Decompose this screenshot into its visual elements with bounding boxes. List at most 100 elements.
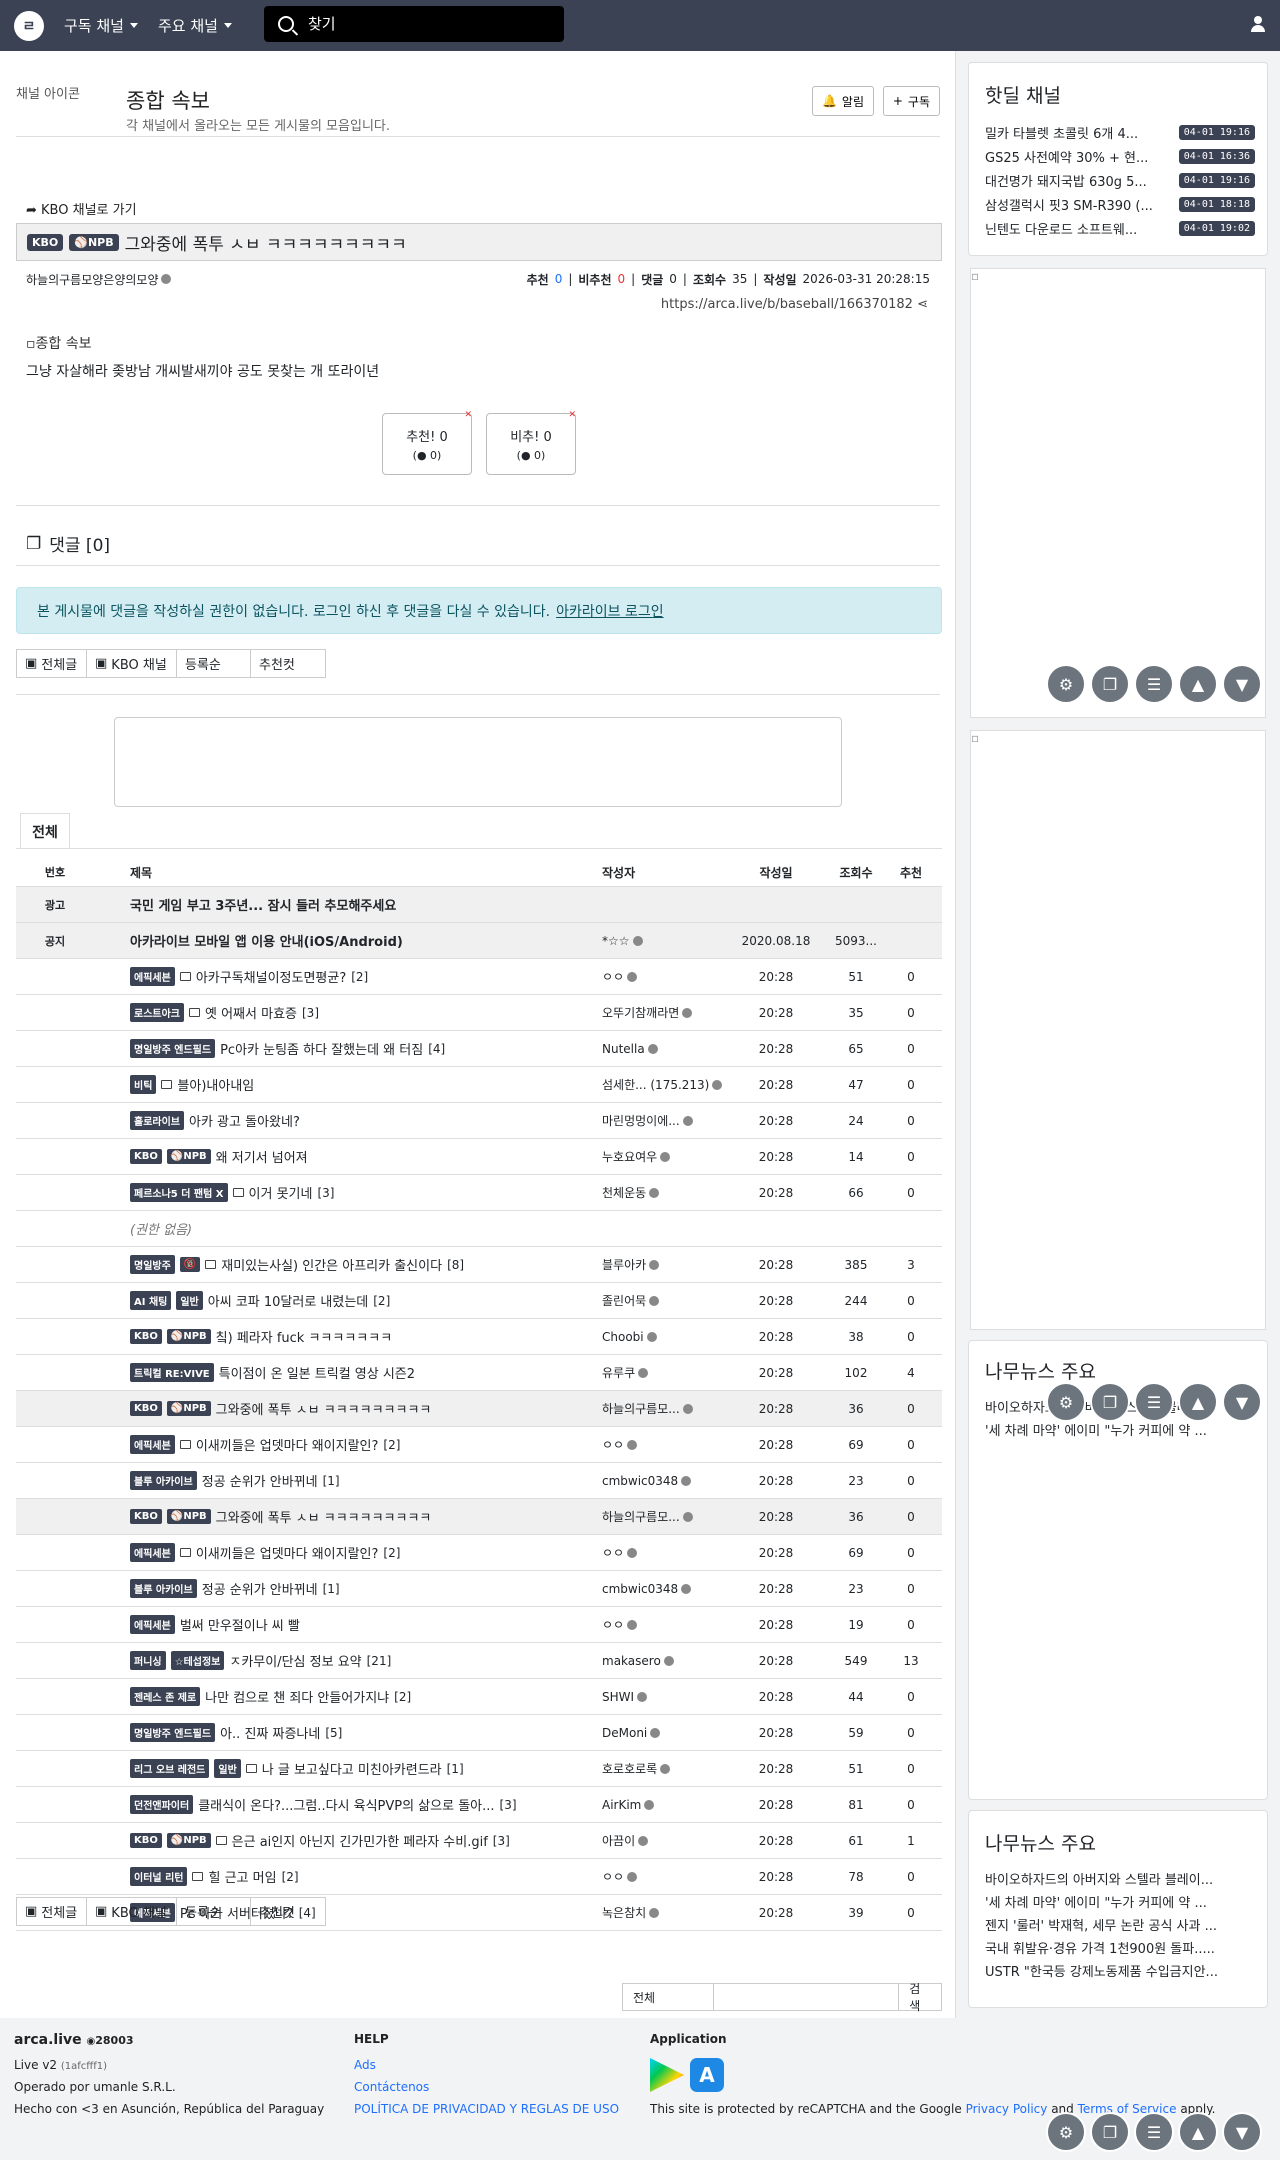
row-title[interactable]: 명일방주 🔞 재미있는사실) 인간은 아프리카 출신이다 [8] [130, 1247, 600, 1282]
news-item[interactable]: 국내 휘발유·경유 가격 1천900원 돌파..... [985, 1938, 1255, 1957]
row-title[interactable]: 블루 아카이브 정공 순위가 안바뀌네 [1] [130, 1463, 600, 1498]
row-author[interactable]: ㅇㅇ [602, 959, 732, 994]
arrow-up-icon[interactable]: ▲ [1178, 2112, 1218, 2152]
category-badge[interactable]: 퍼니싱 [130, 1651, 166, 1670]
article-author[interactable]: 하늘의구름모양은양의모양 [26, 271, 158, 288]
search-icon[interactable] [278, 16, 294, 32]
table-row[interactable]: 에픽세븐 벌써 만우절이나 씨 빨 ㅇㅇ 20:28 19 0 [16, 1607, 942, 1643]
row-title[interactable]: KBO ⚾NPB 왜 저기서 넘어져 [130, 1139, 600, 1174]
row-title[interactable]: KBO ⚾NPB 칰) 페라자 fuck ㅋㅋㅋㅋㅋㅋㅋ [130, 1319, 600, 1354]
footer-contact-link[interactable]: Contáctenos [354, 2080, 429, 2094]
row-title[interactable]: 에픽세븐 아카구독채널이정도면평균? [2] [130, 959, 600, 994]
category-badge[interactable]: 일반 [214, 1759, 241, 1778]
row-title[interactable]: 에픽세븐 이새끼들은 업뎃마다 왜이지랄인? [2] [130, 1535, 600, 1570]
table-row[interactable]: 에픽세븐 이새끼들은 업뎃마다 왜이지랄인? [2] ㅇㅇ 20:28 69 0 [16, 1535, 942, 1571]
row-author[interactable]: cmbwic0348 [602, 1463, 732, 1498]
row-author[interactable]: 녹은참치 [602, 1895, 732, 1930]
row-title[interactable]: 이터널 리턴 힐 근고 머임 [2] [130, 1859, 600, 1894]
footer-ads-link[interactable]: Ads [354, 2058, 376, 2072]
category-badge[interactable]: AI 채팅 [130, 1291, 172, 1310]
category-badge[interactable]: 블루 아카이브 [130, 1579, 197, 1598]
table-row[interactable]: 명일방주 엔드필드 아.. 진짜 짜증나네 [5] DeMoni 20:28 59 0 [16, 1715, 942, 1751]
table-row[interactable]: 명일방주 엔드필드 Pc아카 눈팅좀 하다 잘했는데 왜 터짐 [4] Nutella… [16, 1031, 942, 1067]
article-url[interactable]: https://arca.live/b/baseball/166370182 ⋖ [661, 297, 928, 312]
row-title[interactable]: KBO ⚾NPB 은근 ai인지 아닌지 긴가민가한 페라자 수비.gif [3] [130, 1823, 600, 1858]
category-badge[interactable]: KBO [130, 1833, 162, 1848]
row-author[interactable]: 졸린어묵 [602, 1283, 732, 1318]
row-title[interactable]: 젠레스 존 제로 나만 컴으로 챈 죄다 안들어가지냐 [2] [130, 1679, 600, 1714]
category-badge[interactable]: 명일방주 [130, 1255, 175, 1274]
row-author[interactable]: 블루아카 [602, 1247, 732, 1282]
row-author[interactable]: 누호요여우 [602, 1139, 732, 1174]
back-to-channel-link[interactable]: ➦ KBO 채널로 가기 [26, 199, 137, 218]
vote-down-button[interactable]: ✕ 비추! 0 (● 0) [486, 410, 576, 475]
news-item[interactable]: 바이오하자드의 아버지와 스텔라 블레이... [985, 1869, 1255, 1888]
hotdeal-title[interactable]: 핫딜 채널 [985, 81, 1061, 108]
subscribed-channels-dropdown[interactable]: 구독 채널 [64, 15, 138, 36]
hotdeal-item[interactable]: 삼성갤럭시 핏3 SM-R390 (... 04-01 18:18 [985, 195, 1255, 214]
arca-logo-icon[interactable]: ㄹ [14, 10, 44, 41]
share-icon[interactable]: ⋖ [917, 297, 928, 312]
list-icon[interactable]: ☰ [1134, 664, 1174, 704]
row-author[interactable]: 유루쿠 [602, 1355, 732, 1390]
tab-recommend-cut[interactable]: 추천컷 [251, 1898, 325, 1925]
table-row[interactable]: 블루 아카이브 정공 순위가 안바뀌네 [1] cmbwic0348 20:28 23 0 [16, 1571, 942, 1607]
google-play-icon[interactable] [650, 2058, 684, 2092]
category-badge[interactable]: 일반 [176, 1291, 203, 1310]
row-title[interactable]: KBO ⚾NPB 그와중에 폭투 ㅅㅂ ㅋㅋㅋㅋㅋㅋㅋㅋㅋ [130, 1391, 600, 1426]
row-author[interactable]: 호로호로록 [602, 1751, 732, 1786]
search-scope-select[interactable]: 전체 [623, 1984, 714, 2010]
category-badge[interactable]: ☆테섭정보 [170, 1651, 225, 1670]
table-row[interactable]: KBO ⚾NPB 왜 저기서 넘어져 누호요여우 20:28 14 0 [16, 1139, 942, 1175]
hotdeal-item[interactable]: 밀카 타블렛 초콜릿 6개 4... 04-01 19:16 [985, 123, 1255, 142]
table-row[interactable]: 던전앤파이터 클래식이 온다?...그럼..다시 육식PVP의 삶으로 돌아...… [16, 1787, 942, 1823]
row-title[interactable]: 에픽세븐 벌써 만우절이나 씨 빨 [130, 1607, 600, 1642]
news-item[interactable]: USTR "한국등 강제노동제품 수입금지안... [985, 1961, 1255, 1980]
tab-all-posts[interactable]: ▣ 전체글 [17, 1898, 87, 1925]
row-author[interactable]: 아끔이 [602, 1823, 732, 1858]
table-row[interactable]: KBO ⚾NPB 칰) 페라자 fuck ㅋㅋㅋㅋㅋㅋㅋ Choobi 20:28 38 0 [16, 1319, 942, 1355]
copy-icon[interactable]: ❐ [1090, 1382, 1130, 1422]
row-title[interactable]: 홀로라이브 아카 광고 돌아왔네? [130, 1103, 600, 1138]
user-icon[interactable] [1250, 16, 1266, 32]
row-author[interactable]: ㅇㅇ [602, 1859, 732, 1894]
category-badge[interactable]: 🔞 [179, 1257, 201, 1272]
tab-sort-registered[interactable]: 등록순 [177, 650, 251, 677]
row-title[interactable]: 페르소나5 더 팬텀 X 이거 못기네 [3] [130, 1175, 600, 1210]
table-row[interactable]: 페르소나5 더 팬텀 X 이거 못기네 [3] 천체운동 20:28 66 0 [16, 1175, 942, 1211]
category-badge[interactable]: 명일방주 엔드필드 [130, 1039, 216, 1058]
category-badge[interactable]: ⚾NPB [69, 233, 119, 251]
tab-recommend-cut[interactable]: 추천컷 [251, 650, 325, 677]
category-badge[interactable]: 젠레스 존 제로 [130, 1687, 201, 1706]
category-badge[interactable]: 던전앤파이터 [130, 1795, 194, 1814]
search-input[interactable] [308, 15, 548, 33]
row-title[interactable]: 리그 오브 레전드 일반 나 글 보고싶다고 미친아카련드라 [1] [130, 1751, 600, 1786]
arrow-down-icon[interactable]: ▼ [1222, 1382, 1262, 1422]
row-author[interactable]: *☆☆ [602, 923, 732, 958]
category-badge[interactable]: ⚾NPB [166, 1329, 211, 1344]
category-badge[interactable]: KBO [130, 1149, 162, 1164]
row-author[interactable]: Choobi [602, 1319, 732, 1354]
table-row[interactable]: 에픽세븐 아카구독채널이정도면평균? [2] ㅇㅇ 20:28 51 0 [16, 959, 942, 995]
table-row[interactable]: 트릭컬 RE:VIVE 특이점이 온 일본 트릭컬 영상 시즌2 유루쿠 20:28 1… [16, 1355, 942, 1391]
table-row[interactable]: 공지 아카라이브 모바일 앱 이용 안내(iOS/Android) *☆☆ 2020.… [16, 923, 942, 959]
tab-kbo-channel[interactable]: ▣ KBO 채널 [87, 650, 177, 677]
hotdeal-item[interactable]: 대건명가 돼지국밥 630g 5... 04-01 19:16 [985, 171, 1255, 190]
copy-icon[interactable]: ❐ [1090, 2112, 1130, 2152]
row-author[interactable]: 하늘의구름모... [602, 1391, 732, 1426]
row-title[interactable]: (권한 없음) [130, 1211, 600, 1246]
search-form-button[interactable]: 검색 [899, 1982, 941, 2013]
category-badge[interactable]: ⚾NPB [166, 1401, 211, 1416]
search-form-input[interactable] [714, 1984, 900, 2010]
row-title[interactable]: 명일방주 엔드필드 Pc아카 눈팅좀 하다 잘했는데 왜 터짐 [4] [130, 1031, 600, 1066]
category-badge[interactable]: KBO [130, 1329, 162, 1344]
row-author[interactable]: ㅇㅇ [602, 1607, 732, 1642]
privacy-link[interactable]: Privacy Policy [966, 2102, 1048, 2116]
category-badge[interactable]: 페르소나5 더 팬텀 X [130, 1183, 228, 1202]
news-title[interactable]: 나무뉴스 주요 [985, 1829, 1096, 1856]
category-badge[interactable]: 명일방주 엔드필드 [130, 1723, 216, 1742]
row-title[interactable]: AI 채팅 일반 아씨 코파 10달러로 내렸는데 [2] [130, 1283, 600, 1318]
table-row[interactable]: 로스트아크 옛 어째서 마효증 [3] 오뚜기참깨라면 20:28 35 0 [16, 995, 942, 1031]
row-author[interactable]: ㅇㅇ [602, 1427, 732, 1462]
gear-icon[interactable]: ⚙ [1046, 2112, 1086, 2152]
